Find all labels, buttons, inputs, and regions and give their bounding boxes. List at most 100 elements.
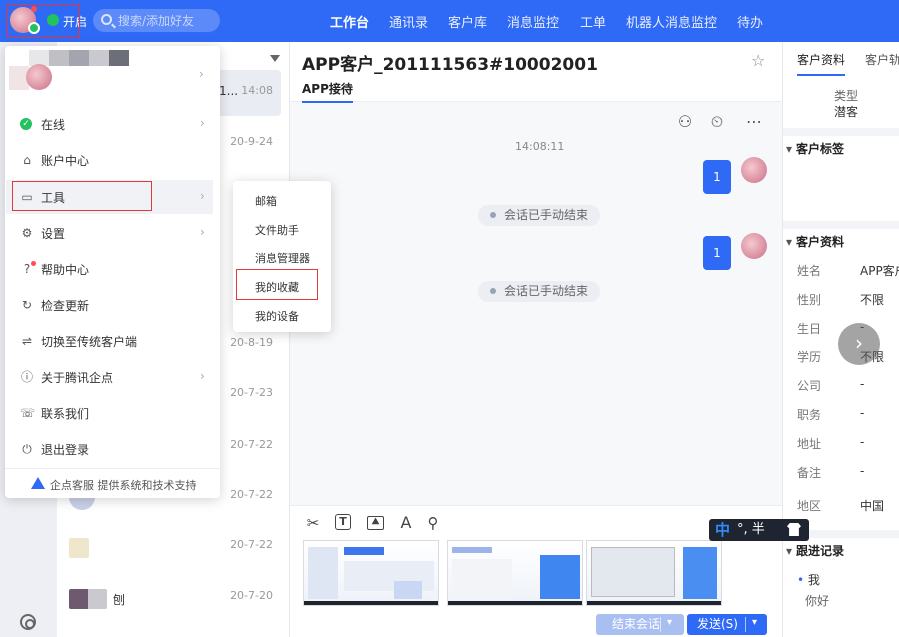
menu-item-label: 切换至传统客户端 <box>41 335 138 349</box>
tab-customer-profile[interactable]: 客户资料 <box>797 51 846 76</box>
toolbox-icon: ▭ <box>21 190 33 204</box>
next-arrow-button[interactable]: › <box>838 323 880 365</box>
nav-tab-todo[interactable]: 待办 <box>737 12 763 31</box>
chevron-right-icon: › <box>200 225 205 239</box>
skin-icon[interactable] <box>787 523 801 536</box>
field-value[interactable]: APP客户 <box>860 262 899 279</box>
conversation-item[interactable]: 20-7-22 <box>57 524 281 570</box>
field-value[interactable]: 不限 <box>860 291 899 308</box>
switch-icon: ⇌ <box>21 334 33 348</box>
more-icon[interactable]: ⋯ <box>745 113 763 131</box>
conversation-time: 20-7-20 <box>230 589 273 602</box>
menu-item-label: 联系我们 <box>41 407 90 421</box>
menu-item-check-update[interactable]: ↻ 检查更新 <box>6 288 213 322</box>
filter-icon[interactable] <box>270 55 280 62</box>
submenu-item-message-manager[interactable]: 消息管理器 <box>255 250 310 266</box>
message-bubble[interactable]: 1 <box>703 160 731 194</box>
field-value[interactable]: 中国 <box>860 497 899 514</box>
settings-icon[interactable] <box>20 614 36 630</box>
menu-user-avatar <box>26 64 52 90</box>
menu-item-label: 帮助中心 <box>41 263 90 277</box>
screenshot-thumbnail[interactable] <box>586 540 722 606</box>
tab-customer-track[interactable]: 客户轨 <box>865 51 899 68</box>
followup-text: 你好 <box>805 594 830 608</box>
followup-author-text: 我 <box>807 573 820 587</box>
menu-item-help[interactable]: ? 帮助中心 <box>6 252 213 286</box>
chevron-right-icon: › <box>200 189 205 203</box>
nav-tab-ticket[interactable]: 工单 <box>580 12 606 31</box>
submenu-item-devices[interactable]: 我的设备 <box>255 308 299 324</box>
status-label[interactable]: 开启 <box>63 13 87 30</box>
system-message: 会话已手动结束 <box>478 205 601 226</box>
divider <box>660 617 661 632</box>
chevron-down-icon[interactable]: ▾ <box>667 617 672 628</box>
section-customer-profile[interactable]: 客户资料 <box>786 233 844 250</box>
divider <box>5 468 220 469</box>
screenshot-thumbnail[interactable] <box>447 540 583 606</box>
message-timestamp: 14:08:11 <box>515 140 565 153</box>
section-customer-tags[interactable]: 客户标签 <box>786 140 844 157</box>
online-check-icon <box>28 22 40 34</box>
menu-item-label: 工具 <box>41 191 66 205</box>
menu-item-logout[interactable]: ⏻ 退出登录 <box>6 432 213 466</box>
conversation-time: 20-9-24 <box>230 135 273 148</box>
font-icon[interactable]: A <box>397 514 415 532</box>
submenu-item-file-assistant[interactable]: 文件助手 <box>255 222 299 238</box>
field-value[interactable]: - <box>860 377 899 391</box>
ime-punct[interactable]: °, 半 <box>737 519 765 541</box>
menu-item-account[interactable]: ⌂ 账户中心 <box>6 143 213 177</box>
image-icon[interactable]: ⛰ <box>367 516 384 530</box>
chat-subtab[interactable]: APP接待 <box>302 80 353 103</box>
nav-tab-bot-monitor[interactable]: 机器人消息监控 <box>626 12 717 31</box>
search-input[interactable] <box>118 12 214 29</box>
menu-footer: 企点客服 提供系统和技术支持 <box>50 479 197 492</box>
notification-dot <box>31 261 36 266</box>
menu-item-label: 设置 <box>41 227 66 241</box>
status-online-icon[interactable] <box>47 14 59 26</box>
submenu-item-mailbox[interactable]: 邮箱 <box>255 193 277 209</box>
qidian-logo-icon <box>31 477 45 489</box>
nav-tab-contacts[interactable]: 通讯录 <box>389 12 428 31</box>
chevron-down-icon[interactable]: ▾ <box>752 617 757 628</box>
search-box[interactable] <box>93 9 220 32</box>
menu-item-switch-client[interactable]: ⇌ 切换至传统客户端 <box>6 324 213 358</box>
star-icon[interactable]: ☆ <box>751 51 765 70</box>
quick-reply-icon[interactable]: T <box>335 514 351 530</box>
conversation-name: 1... <box>219 84 239 98</box>
menu-item-online[interactable]: ✓ 在线 › <box>6 107 213 141</box>
menu-item-contact[interactable]: ☏ 联系我们 <box>6 396 213 430</box>
ime-toolbar[interactable]: 中 °, 半 <box>709 519 809 541</box>
nav-tab-message-monitor[interactable]: 消息监控 <box>507 12 559 31</box>
ime-mode[interactable]: 中 <box>715 519 730 541</box>
submenu-item-favorites[interactable]: 我的收藏 <box>255 279 299 295</box>
menu-item-tools[interactable]: ▭ 工具 › <box>6 180 213 214</box>
message-bubble[interactable]: 1 <box>703 236 731 270</box>
conversation-time: 20-7-22 <box>230 438 273 451</box>
field-value[interactable]: - <box>860 464 899 478</box>
field-value[interactable]: - <box>860 406 899 420</box>
screenshot-thumbnail[interactable] <box>303 540 439 606</box>
field-value[interactable]: - <box>860 435 899 449</box>
nav-tab-workbench[interactable]: 工作台 <box>330 12 369 31</box>
conversation-time: 20-7-23 <box>230 386 273 399</box>
field-label: 地区 <box>797 499 822 513</box>
add-person-icon[interactable]: ⚲ <box>424 514 442 532</box>
home-icon: ⌂ <box>23 153 31 167</box>
field-label: 备注 <box>797 466 822 480</box>
conversation-item[interactable]: 刨 20-7-20 <box>57 575 281 621</box>
type-label: 类型 <box>834 89 859 103</box>
nav-tab-customer-db[interactable]: 客户库 <box>448 12 487 31</box>
menu-item-about[interactable]: ⓘ 关于腾讯企点 › <box>6 360 213 394</box>
end-session-icon[interactable]: ⏲ <box>708 113 726 131</box>
menu-item-settings[interactable]: ⚙ 设置 › <box>6 216 213 250</box>
chevron-right-icon: › <box>200 116 205 130</box>
search-icon <box>101 14 112 25</box>
conversation-avatar <box>69 538 89 558</box>
online-icon: ✓ <box>20 118 32 130</box>
field-label: 姓名 <box>797 264 822 278</box>
scissors-icon[interactable]: ✂ <box>304 514 322 532</box>
transfer-icon[interactable]: ⚇ <box>676 113 694 131</box>
section-followup[interactable]: 跟进记录 <box>786 542 844 559</box>
field-label: 学历 <box>797 350 822 364</box>
top-bar: 开启 工作台 通讯录 客户库 消息监控 工单 机器人消息监控 待办 <box>0 0 899 42</box>
